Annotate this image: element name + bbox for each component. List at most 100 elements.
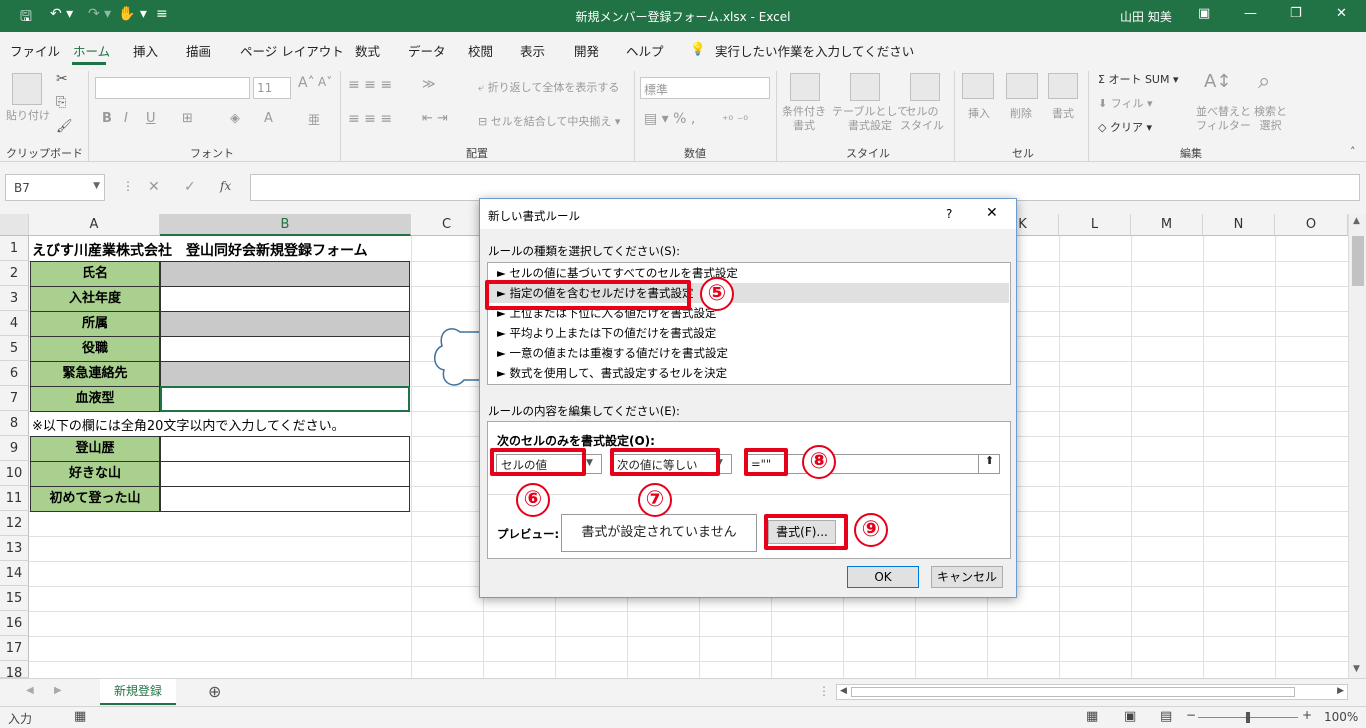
fill-color-icon[interactable]: ◈ bbox=[230, 111, 240, 126]
fill-button[interactable]: ⬇ フィル ▾ bbox=[1098, 95, 1153, 111]
decimal-icon[interactable]: ⁺⁰ ⁻⁰ bbox=[722, 113, 748, 127]
label-join-year[interactable]: 入社年度 bbox=[30, 286, 160, 312]
combo1-dropdown-icon[interactable]: ▼ bbox=[586, 458, 593, 468]
indent-icon[interactable]: ⇤ ⇥ bbox=[422, 111, 448, 126]
sort-filter-icon[interactable]: A↕ bbox=[1204, 71, 1231, 92]
zoom-slider-thumb[interactable] bbox=[1246, 712, 1250, 723]
vertical-scroll-thumb[interactable] bbox=[1352, 236, 1364, 286]
grow-font-icon[interactable]: A˄ bbox=[298, 75, 315, 91]
label-name[interactable]: 氏名 bbox=[30, 261, 160, 287]
tab-draw[interactable]: 描画 bbox=[186, 41, 211, 60]
label-first-mountain[interactable]: 初めて登った山 bbox=[30, 486, 160, 512]
tab-home[interactable]: ホーム bbox=[73, 41, 110, 60]
format-as-table-label[interactable]: テーブルとして 書式設定 bbox=[832, 105, 908, 133]
row-header-13[interactable]: 13 bbox=[0, 536, 29, 561]
input-emergency-contact[interactable] bbox=[160, 361, 410, 387]
paste-icon[interactable] bbox=[12, 73, 42, 105]
row-header-14[interactable]: 14 bbox=[0, 561, 29, 586]
cell-styles-label[interactable]: セルの スタイル bbox=[900, 105, 944, 133]
formula-input[interactable] bbox=[250, 174, 1360, 201]
format-cells-icon[interactable] bbox=[1048, 73, 1078, 99]
input-name[interactable] bbox=[160, 261, 410, 287]
bold-icon[interactable]: B bbox=[102, 111, 112, 126]
format-as-table-icon[interactable] bbox=[850, 73, 880, 101]
merge-center-button[interactable]: ⊟ セルを結合して中央揃え ▾ bbox=[478, 113, 620, 129]
row-header-16[interactable]: 16 bbox=[0, 611, 29, 636]
font-color-icon[interactable]: A bbox=[264, 111, 273, 126]
input-department[interactable] bbox=[160, 311, 410, 337]
sort-filter-label[interactable]: 並べ替えと フィルター bbox=[1196, 105, 1251, 133]
ribbon-display-icon[interactable]: ▣ bbox=[1198, 6, 1210, 21]
scroll-up-icon[interactable]: ▲ bbox=[1353, 216, 1360, 226]
cancel-entry-icon[interactable]: ✕ bbox=[148, 179, 160, 195]
insert-cells-icon[interactable] bbox=[962, 73, 994, 99]
input-join-year[interactable] bbox=[160, 286, 410, 312]
macro-record-icon[interactable]: ▦ bbox=[74, 709, 86, 724]
form-title[interactable]: えびす川産業株式会社 登山同好会新規登録フォーム bbox=[32, 240, 368, 260]
percent-icon[interactable]: ▤ ▾ % , bbox=[644, 111, 695, 127]
col-header-B[interactable]: B bbox=[160, 214, 411, 236]
sheet-tab-active[interactable]: 新規登録 bbox=[100, 679, 176, 705]
add-sheet-icon[interactable]: ⊕ bbox=[208, 682, 221, 701]
zoom-in-icon[interactable]: + bbox=[1302, 708, 1312, 722]
font-name-combo[interactable] bbox=[95, 77, 250, 99]
delete-cells-icon[interactable] bbox=[1006, 73, 1038, 99]
label-position[interactable]: 役職 bbox=[30, 336, 160, 362]
name-box-dropdown-icon[interactable]: ▼ bbox=[93, 181, 100, 191]
select-all-corner[interactable] bbox=[0, 214, 29, 236]
rule-item-unique-duplicate[interactable]: ► 一意の値または重複する値だけを書式設定 bbox=[489, 343, 1009, 363]
col-header-O[interactable]: O bbox=[1275, 214, 1348, 236]
tab-splitter-icon[interactable]: ⋮ bbox=[818, 684, 830, 698]
row-header-15[interactable]: 15 bbox=[0, 586, 29, 611]
copy-icon[interactable]: ⎘ bbox=[56, 95, 66, 110]
border-icon[interactable]: ⊞ bbox=[182, 111, 193, 126]
underline-icon[interactable]: U bbox=[146, 111, 156, 126]
align-top-icon[interactable]: ≡ ≡ ≡ bbox=[348, 77, 392, 93]
name-box[interactable]: B7 ▼ bbox=[5, 174, 105, 201]
label-emergency-contact[interactable]: 緊急連絡先 bbox=[30, 361, 160, 387]
tab-file[interactable]: ファイル bbox=[10, 41, 60, 60]
tab-developer[interactable]: 開発 bbox=[574, 41, 599, 60]
italic-icon[interactable]: I bbox=[124, 111, 128, 126]
collapse-dialog-icon[interactable]: ⬆ bbox=[978, 454, 1000, 474]
page-break-view-icon[interactable]: ▤ bbox=[1160, 709, 1172, 724]
font-size-combo[interactable]: 11 bbox=[253, 77, 291, 99]
scroll-right-icon[interactable]: ▶ bbox=[1337, 686, 1344, 696]
tab-view[interactable]: 表示 bbox=[520, 41, 545, 60]
prev-sheet-icon[interactable]: ◀ bbox=[26, 685, 34, 696]
row-header-5[interactable]: 5 bbox=[0, 336, 29, 361]
label-blood-type[interactable]: 血液型 bbox=[30, 386, 160, 412]
scroll-down-icon[interactable]: ▼ bbox=[1353, 664, 1360, 674]
tab-help[interactable]: ヘルプ bbox=[626, 41, 664, 60]
number-format-combo[interactable]: 標準 bbox=[640, 77, 770, 99]
confirm-entry-icon[interactable]: ✓ bbox=[184, 179, 196, 195]
clear-button[interactable]: ◇ クリア ▾ bbox=[1098, 119, 1152, 135]
row-header-9[interactable]: 9 bbox=[0, 436, 29, 461]
find-select-label[interactable]: 検索と 選択 bbox=[1254, 105, 1287, 133]
conditional-format-icon[interactable] bbox=[790, 73, 820, 101]
next-sheet-icon[interactable]: ▶ bbox=[54, 685, 62, 696]
insert-cells-label[interactable]: 挿入 bbox=[968, 105, 990, 121]
collapse-ribbon-icon[interactable]: ˄ bbox=[1350, 145, 1356, 158]
col-header-A[interactable]: A bbox=[29, 214, 160, 236]
normal-view-icon[interactable]: ▦ bbox=[1086, 709, 1098, 724]
row-header-10[interactable]: 10 bbox=[0, 461, 29, 486]
zoom-level[interactable]: 100% bbox=[1324, 710, 1358, 724]
minimize-icon[interactable]: — bbox=[1244, 6, 1257, 21]
tab-insert[interactable]: 挿入 bbox=[133, 41, 158, 60]
row-header-8[interactable]: 8 bbox=[0, 411, 29, 436]
tab-data[interactable]: データ bbox=[408, 41, 446, 60]
label-department[interactable]: 所属 bbox=[30, 311, 160, 337]
row-header-6[interactable]: 6 bbox=[0, 361, 29, 386]
row-header-1[interactable]: 1 bbox=[0, 236, 29, 261]
vertical-scrollbar[interactable]: ▲ ▼ bbox=[1348, 214, 1366, 678]
input-position[interactable] bbox=[160, 336, 410, 362]
tell-me-input[interactable]: 実行したい作業を入力してください bbox=[715, 41, 914, 60]
row-header-18[interactable]: 18 bbox=[0, 661, 29, 678]
label-climbing-history[interactable]: 登山歴 bbox=[30, 436, 160, 462]
format-painter-icon[interactable]: 🖌 bbox=[56, 119, 73, 134]
find-select-icon[interactable]: ⌕ bbox=[1258, 69, 1270, 94]
zoom-out-icon[interactable]: − bbox=[1186, 708, 1196, 722]
row-header-11[interactable]: 11 bbox=[0, 486, 29, 511]
cell-styles-icon[interactable] bbox=[910, 73, 940, 101]
